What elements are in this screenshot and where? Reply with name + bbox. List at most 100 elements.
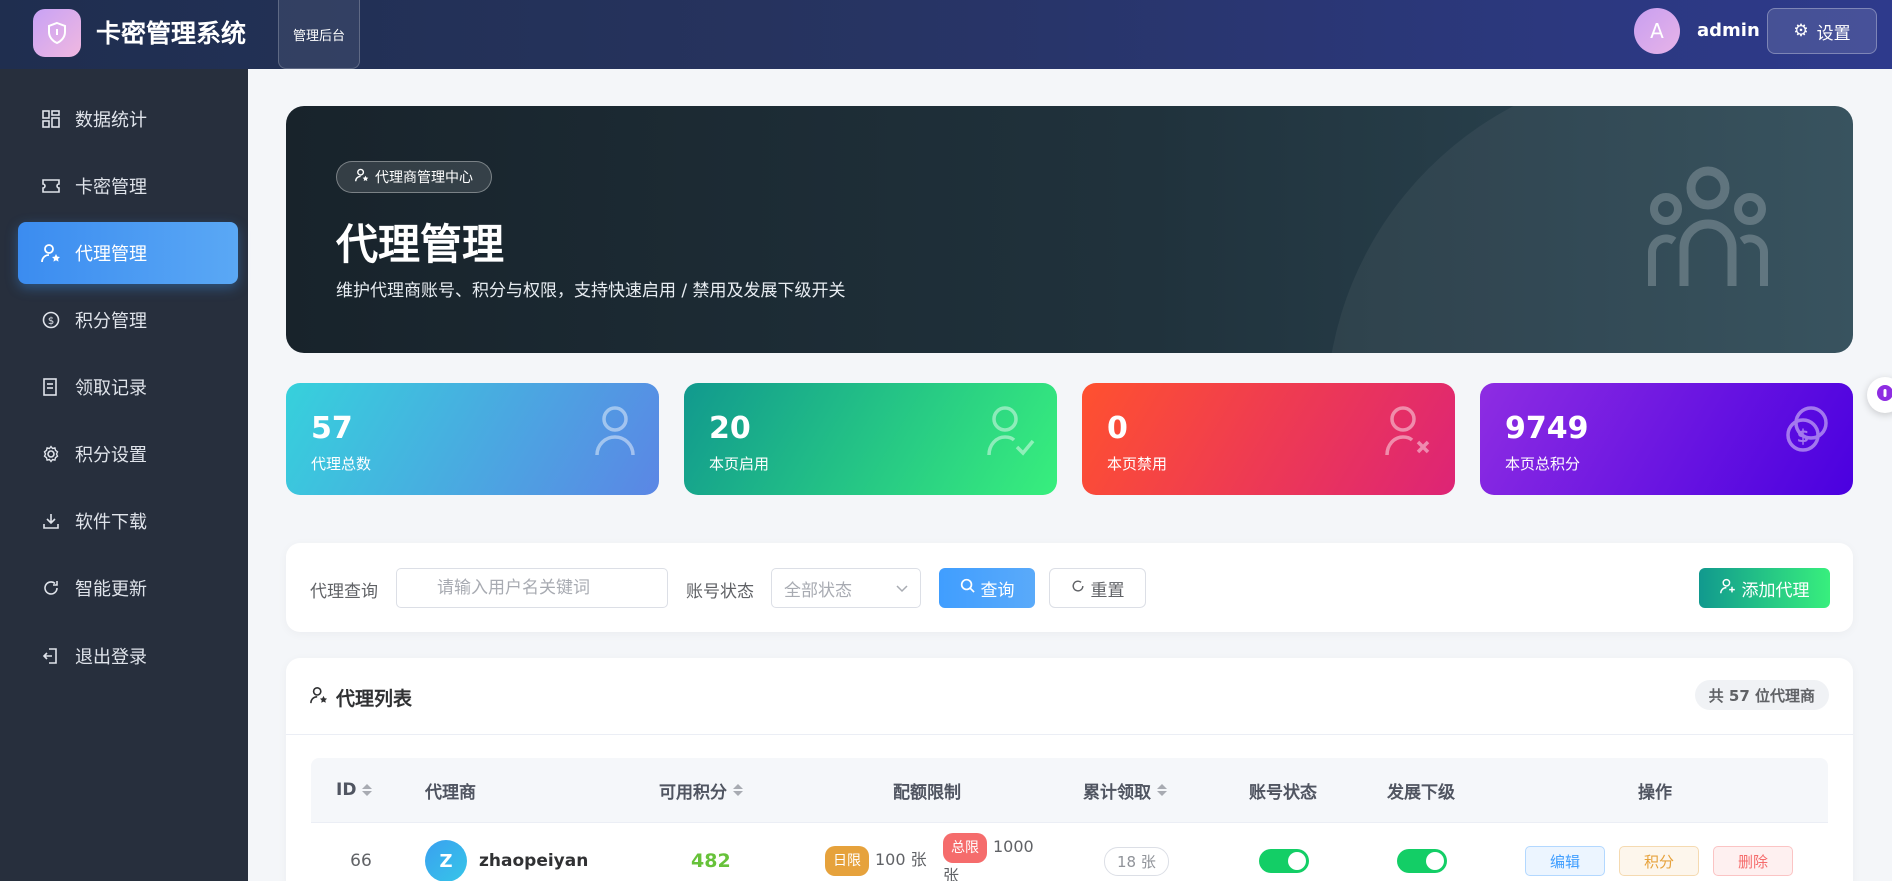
cell-claimed: 18 张 bbox=[1104, 823, 1169, 881]
add-agent-button[interactable]: 添加代理 bbox=[1699, 568, 1830, 608]
page-banner: 代理商管理中心 代理管理 维护代理商账号、积分与权限，支持快速启用 / 禁用及发… bbox=[286, 106, 1853, 353]
column-header-label: 累计领取 bbox=[1083, 782, 1151, 803]
app-logo bbox=[33, 9, 81, 57]
sidebar-item-label: 智能更新 bbox=[75, 579, 147, 600]
sidebar-item-points-settings[interactable]: 积分设置 bbox=[18, 423, 238, 485]
banner-badge: 代理商管理中心 bbox=[336, 161, 492, 193]
download-icon bbox=[41, 511, 61, 531]
dashboard-icon bbox=[41, 109, 61, 129]
sidebar-item-label: 积分设置 bbox=[75, 445, 147, 466]
column-header-label: 代理商 bbox=[425, 782, 476, 803]
cell-quota: 日限 100 张 总限 1000 张 bbox=[825, 823, 1053, 881]
search-button[interactable]: 查询 bbox=[939, 568, 1035, 608]
assistant-icon bbox=[1876, 384, 1892, 406]
cell-id: 66 bbox=[350, 851, 372, 871]
stat-card-enabled: 20 本页启用 bbox=[684, 383, 1057, 495]
ticket-icon bbox=[41, 176, 61, 196]
sidebar-item-label: 数据统计 bbox=[75, 110, 147, 131]
user-check-icon bbox=[987, 405, 1035, 461]
table-row: 66 Z zhaopeiyan 482 日限 100 张 总限 1000 张 18 … bbox=[311, 822, 1828, 881]
svg-text:$: $ bbox=[48, 316, 54, 327]
sort-icon[interactable] bbox=[733, 784, 743, 796]
stat-label: 本页禁用 bbox=[1107, 455, 1168, 473]
sidebar: 数据统计 卡密管理 代理管理 $ 积分管理 领取记录 积分设置 软件下载 智能更… bbox=[0, 69, 248, 881]
sidebar-item-label: 软件下载 bbox=[75, 512, 147, 533]
document-icon bbox=[41, 377, 61, 397]
points-button[interactable]: 积分 bbox=[1619, 846, 1699, 876]
stat-value: 20 bbox=[709, 411, 751, 446]
sort-icon[interactable] bbox=[1157, 784, 1167, 796]
sidebar-item-download[interactable]: 软件下载 bbox=[18, 490, 238, 552]
column-header-points[interactable]: 可用积分 bbox=[659, 758, 743, 822]
stat-value: 9749 bbox=[1505, 411, 1589, 446]
banner-badge-label: 代理商管理中心 bbox=[375, 170, 473, 186]
column-header-subordinate: 发展下级 bbox=[1387, 758, 1455, 822]
users-group-icon bbox=[1646, 166, 1770, 294]
column-header-agent: 代理商 bbox=[425, 758, 476, 822]
page-title: 代理管理 bbox=[336, 220, 505, 269]
avatar: Z bbox=[425, 840, 467, 881]
total-quota: 总限 1000 张 bbox=[943, 833, 1053, 881]
user-x-icon bbox=[1385, 405, 1433, 461]
stat-value: 0 bbox=[1107, 411, 1128, 446]
column-header-account-status: 账号状态 bbox=[1249, 758, 1317, 822]
avatar[interactable]: A bbox=[1634, 8, 1680, 54]
user-icon bbox=[593, 405, 637, 461]
stat-card-disabled: 0 本页禁用 bbox=[1082, 383, 1455, 495]
daily-tag: 日限 bbox=[825, 846, 869, 876]
sidebar-item-points[interactable]: $ 积分管理 bbox=[18, 289, 238, 351]
banner-decoration bbox=[1326, 106, 1853, 353]
column-header-quota: 配额限制 bbox=[893, 758, 961, 822]
stat-label: 本页总积分 bbox=[1505, 455, 1581, 473]
coin-icon: $ bbox=[41, 310, 61, 330]
reset-button[interactable]: 重置 bbox=[1049, 568, 1146, 608]
divider bbox=[286, 734, 1853, 735]
column-header-claimed[interactable]: 累计领取 bbox=[1083, 758, 1167, 822]
add-agent-button-label: 添加代理 bbox=[1741, 580, 1810, 601]
sidebar-item-agents[interactable]: 代理管理 bbox=[18, 222, 238, 284]
stat-value: 57 bbox=[311, 411, 353, 446]
user-star-icon bbox=[310, 686, 328, 709]
settings-button[interactable]: ⚙ 设置 bbox=[1767, 8, 1877, 54]
sidebar-item-update[interactable]: 智能更新 bbox=[18, 557, 238, 619]
tab-admin[interactable]: 管理后台 bbox=[278, 0, 360, 69]
page-subtitle: 维护代理商账号、积分与权限，支持快速启用 / 禁用及发展下级开关 bbox=[336, 281, 846, 301]
sort-icon[interactable] bbox=[362, 784, 373, 796]
table-header: ID 代理商 可用积分 配额限制 累计领取 账号状态 发展下级 操作 bbox=[311, 758, 1828, 822]
sidebar-item-records[interactable]: 领取记录 bbox=[18, 356, 238, 418]
search-input[interactable] bbox=[396, 568, 668, 608]
stat-card-total: 57 代理总数 bbox=[286, 383, 659, 495]
claimed-badge: 18 张 bbox=[1104, 846, 1169, 876]
agent-list-card: 代理列表 共 57 位代理商 ID 代理商 可用积分 配额限制 累计领取 账号状… bbox=[286, 658, 1853, 881]
gear-icon bbox=[41, 444, 61, 464]
daily-value: 100 张 bbox=[875, 850, 927, 869]
top-header: 卡密管理系统 管理后台 A admin ⚙ 设置 bbox=[0, 0, 1892, 69]
refresh-icon bbox=[41, 578, 61, 598]
filter-bar: 代理查询 账号状态 全部状态 查询 重置 添加代理 bbox=[286, 543, 1853, 632]
sidebar-item-label: 退出登录 bbox=[75, 647, 147, 668]
logout-icon bbox=[41, 646, 61, 666]
sidebar-item-logout[interactable]: 退出登录 bbox=[18, 625, 238, 687]
stat-label: 代理总数 bbox=[311, 455, 372, 473]
sidebar-item-cards[interactable]: 卡密管理 bbox=[18, 155, 238, 217]
delete-button[interactable]: 删除 bbox=[1713, 846, 1793, 876]
account-status-toggle[interactable] bbox=[1259, 849, 1309, 873]
coins-icon: $ bbox=[1783, 405, 1831, 457]
sidebar-item-label: 卡密管理 bbox=[75, 177, 147, 198]
username[interactable]: admin bbox=[1697, 20, 1760, 41]
column-header-label: 账号状态 bbox=[1249, 782, 1317, 803]
cell-subordinate bbox=[1397, 823, 1447, 881]
floating-assistant-button[interactable] bbox=[1867, 377, 1892, 413]
column-header-label: 发展下级 bbox=[1387, 782, 1455, 803]
column-header-id[interactable]: ID bbox=[336, 758, 373, 822]
sidebar-item-label: 代理管理 bbox=[75, 244, 147, 265]
status-select[interactable]: 全部状态 bbox=[771, 568, 921, 608]
subordinate-toggle[interactable] bbox=[1397, 849, 1447, 873]
status-label: 账号状态 bbox=[686, 582, 754, 602]
sidebar-item-stats[interactable]: 数据统计 bbox=[18, 88, 238, 150]
app-title: 卡密管理系统 bbox=[96, 19, 247, 48]
reset-button-label: 重置 bbox=[1090, 580, 1125, 601]
total-tag: 总限 bbox=[943, 833, 987, 863]
column-header-label: ID bbox=[336, 780, 357, 800]
edit-button[interactable]: 编辑 bbox=[1525, 846, 1605, 876]
